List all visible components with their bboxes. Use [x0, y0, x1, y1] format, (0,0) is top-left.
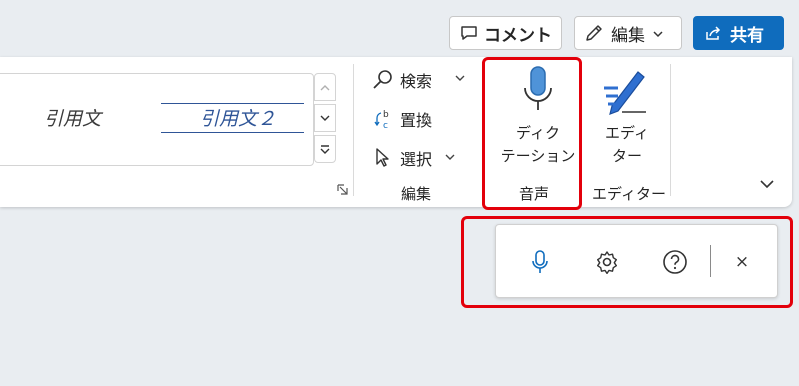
- group-separator: [353, 64, 354, 196]
- highlight-voice-group: [482, 57, 582, 210]
- chevron-down-icon[interactable]: [445, 150, 455, 164]
- styles-scroll-up-button[interactable]: [314, 73, 336, 101]
- editing-mode-label: 編集: [611, 25, 645, 46]
- styles-scroll: [314, 73, 336, 164]
- find-label: 検索: [400, 72, 433, 91]
- chevron-down-icon: [760, 180, 774, 189]
- share-label: 共有: [730, 25, 764, 46]
- comment-label: コメント: [484, 25, 552, 46]
- select-label: 選択: [400, 150, 433, 169]
- editing-mode-button[interactable]: 編集: [574, 16, 682, 50]
- group-separator: [670, 64, 671, 196]
- group-label-editor: エディター: [592, 185, 666, 203]
- search-icon: [372, 69, 394, 91]
- styles-dialog-launcher[interactable]: [337, 184, 348, 198]
- replace-icon: b c: [372, 108, 394, 130]
- editor-pen-icon: [604, 71, 646, 115]
- chevron-down-icon: [653, 23, 663, 43]
- editor-button[interactable]: エディ ター: [592, 64, 662, 174]
- style-quote[interactable]: 引用文: [44, 104, 101, 131]
- comment-button[interactable]: コメント: [449, 16, 562, 50]
- replace-label: 置換: [400, 111, 433, 130]
- editor-label: エディ ター: [592, 122, 662, 168]
- cursor-icon: [372, 147, 394, 169]
- ribbon-collapse-button[interactable]: [760, 178, 774, 193]
- style-quote2-border-bottom: [161, 132, 304, 133]
- highlight-dictation-toolbar: [461, 216, 793, 308]
- style-intense-quote[interactable]: 引用文２: [168, 104, 308, 131]
- svg-text:c: c: [383, 121, 388, 130]
- styles-scroll-down-button[interactable]: [314, 104, 336, 132]
- chevron-down-icon: [320, 115, 330, 121]
- comment-icon: [461, 26, 477, 40]
- pencil-icon: [586, 25, 602, 41]
- styles-more-button[interactable]: [314, 135, 336, 163]
- editor-label-line1: エディ: [605, 124, 649, 142]
- expand-more-icon: [320, 145, 330, 154]
- dialog-launcher-icon: [337, 184, 348, 195]
- editor-label-line2: ター: [611, 147, 642, 165]
- group-label-edit: 編集: [401, 185, 432, 203]
- chevron-up-icon: [320, 84, 330, 90]
- share-button[interactable]: 共有: [693, 16, 784, 50]
- share-icon: [706, 26, 721, 40]
- replace-button[interactable]: b c 置換: [372, 107, 432, 131]
- chevron-down-icon[interactable]: [455, 71, 465, 85]
- select-button[interactable]: 選択: [372, 146, 432, 170]
- svg-text:b: b: [383, 110, 389, 120]
- find-button[interactable]: 検索: [372, 68, 432, 92]
